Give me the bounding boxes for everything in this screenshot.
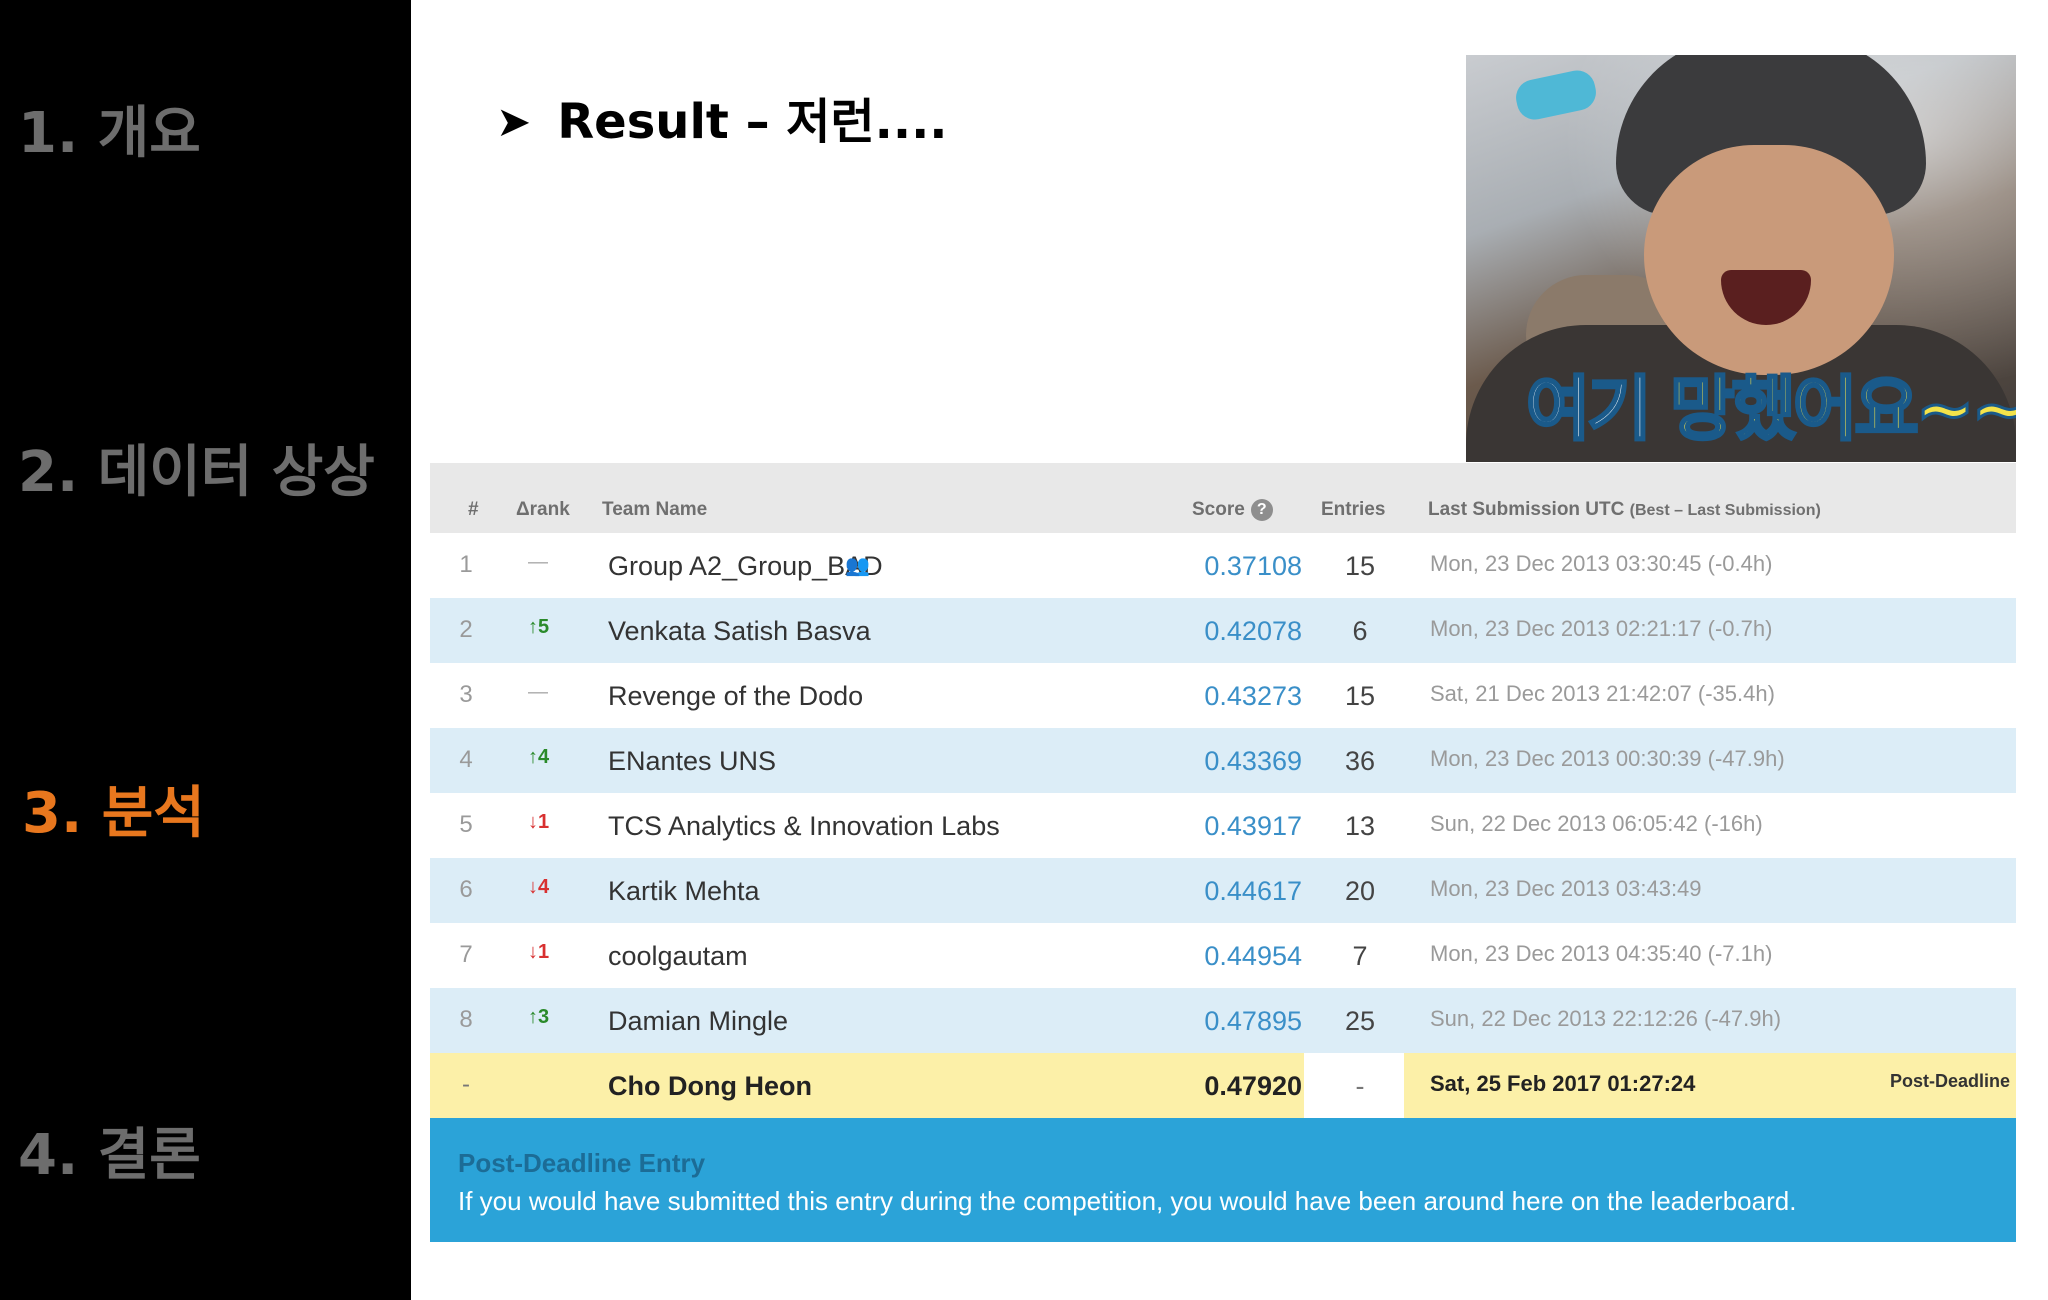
delta-rank-cell: ↓4 bbox=[528, 876, 550, 898]
delta-rank-cell: — bbox=[528, 681, 548, 703]
post-deadline-badge: Post-Deadline bbox=[1889, 1071, 2010, 1091]
my-entry-last-submission: Sat, 25 Feb 2017 01:27:24 bbox=[1430, 1071, 1696, 1096]
last-submission-cell: Sun, 22 Dec 2013 22:12:26 (-47.9h) bbox=[1430, 1006, 1782, 1031]
last-submission-cell: Mon, 23 Dec 2013 03:43:49 bbox=[1430, 876, 1702, 901]
table-row: 1 — Group A2_Group_BAD 0.37108 15 Mon, 23 Dec… bbox=[430, 533, 2016, 598]
my-entry-score: 0.47920 bbox=[1204, 1071, 1302, 1101]
delta-rank-cell: — bbox=[528, 551, 548, 573]
score-link[interactable]: 0.43369 bbox=[1182, 746, 1302, 777]
help-icon[interactable]: ? bbox=[1250, 499, 1273, 521]
leaderboard-header: # Δrank Team Name Score? Entries Last Su… bbox=[430, 463, 2016, 533]
section-item-analysis[interactable]: 3. 분석 bbox=[22, 768, 205, 849]
my-entry-entries: - bbox=[1355, 1071, 1365, 1101]
entries-cell: 13 bbox=[1344, 811, 1376, 841]
delta-rank-cell: ↑5 bbox=[528, 616, 550, 638]
table-row: 5 ↓1 TCS Analytics & Innovation Labs 0.4391… bbox=[430, 793, 2016, 858]
score-link[interactable]: 0.37108 bbox=[1182, 551, 1302, 582]
section-item-data[interactable]: 2. 데이터 상상 bbox=[18, 427, 375, 508]
last-submission-cell: Sat, 21 Dec 2013 21:42:07 (-35.4h) bbox=[1430, 681, 1775, 706]
leaderboard: # Δrank Team Name Score? Entries Last Su… bbox=[430, 463, 2016, 1242]
entries-cell: 36 bbox=[1344, 746, 1376, 776]
team-name-link[interactable]: ENantes UNS bbox=[608, 746, 776, 777]
table-row: 6 ↓4 Kartik Mehta 0.44617 20 Mon, 23 Dec 2013… bbox=[430, 858, 2016, 923]
meme-image: 여기 망했어요~~ bbox=[1466, 55, 2016, 462]
rank-cell: 1 bbox=[459, 551, 473, 578]
rank-cell: 3 bbox=[459, 681, 473, 708]
slide-title-text: Result – 저런.... bbox=[557, 94, 948, 150]
header-entries[interactable]: Entries bbox=[1321, 499, 1385, 521]
notice-title: Post-Deadline Entry bbox=[458, 1148, 706, 1178]
delta-rank-cell: ↑3 bbox=[528, 1006, 550, 1028]
last-submission-cell: Sun, 22 Dec 2013 06:05:42 (-16h) bbox=[1430, 811, 1763, 836]
entries-cell: 6 bbox=[1352, 616, 1368, 646]
table-row: 7 ↓1 coolgautam 0.44954 7 Mon, 23 Dec 2013 04… bbox=[430, 923, 2016, 988]
score-link[interactable]: 0.44954 bbox=[1182, 941, 1302, 972]
slide-title: ➤ Result – 저런.... bbox=[496, 82, 948, 152]
score-link[interactable]: 0.42078 bbox=[1182, 616, 1302, 647]
team-name-link[interactable]: TCS Analytics & Innovation Labs bbox=[608, 811, 1000, 842]
section-item-overview[interactable]: 1. 개요 bbox=[18, 88, 201, 169]
my-entry-team[interactable]: Cho Dong Heon bbox=[608, 1071, 812, 1102]
entries-cell: 7 bbox=[1352, 941, 1368, 971]
rank-cell: 4 bbox=[459, 746, 473, 773]
my-entry-row: - Cho Dong Heon 0.47920 - Sat, 25 Feb 20… bbox=[430, 1053, 2016, 1118]
score-link[interactable]: 0.43917 bbox=[1182, 811, 1302, 842]
table-row: 8 ↑3 Damian Mingle 0.47895 25 Sun, 22 Dec 201… bbox=[430, 988, 2016, 1053]
rank-cell: 6 bbox=[459, 876, 473, 903]
section-sidebar: 1. 개요 2. 데이터 상상 3. 분석 4. 결론 bbox=[0, 0, 411, 1300]
header-rank: # bbox=[468, 499, 479, 520]
entries-cell: 25 bbox=[1344, 1006, 1376, 1036]
team-name-link[interactable]: Damian Mingle bbox=[608, 1006, 788, 1037]
arrow-bullet-icon: ➤ bbox=[496, 97, 532, 146]
last-submission-cell: Mon, 23 Dec 2013 02:21:17 (-0.7h) bbox=[1430, 616, 1773, 641]
header-delta-rank[interactable]: Δrank bbox=[516, 499, 570, 521]
header-last-submission[interactable]: Last Submission UTC (Best – Last Submiss… bbox=[1428, 499, 1821, 521]
team-name-link[interactable]: Revenge of the Dodo bbox=[608, 681, 863, 712]
score-link[interactable]: 0.47895 bbox=[1182, 1006, 1302, 1037]
team-name-link[interactable]: Group A2_Group_BAD bbox=[608, 551, 883, 582]
score-link[interactable]: 0.44617 bbox=[1182, 876, 1302, 907]
rank-cell: 2 bbox=[459, 616, 473, 643]
section-item-conclusion[interactable]: 4. 결론 bbox=[18, 1110, 201, 1191]
meme-caption: 여기 망했어요~~ bbox=[1524, 367, 2016, 452]
last-submission-cell: Mon, 23 Dec 2013 03:30:45 (-0.4h) bbox=[1430, 551, 1773, 576]
delta-rank-cell: ↓1 bbox=[528, 811, 550, 833]
score-link[interactable]: 0.43273 bbox=[1182, 681, 1302, 712]
entries-cell: 15 bbox=[1344, 551, 1376, 581]
delta-rank-cell: ↓1 bbox=[528, 941, 550, 963]
post-deadline-notice: Post-Deadline Entry If you would have su… bbox=[430, 1118, 2016, 1242]
entries-cell: 15 bbox=[1344, 681, 1376, 711]
team-name-link[interactable]: Venkata Satish Basva bbox=[608, 616, 871, 647]
notice-text: If you would have submitted this entry d… bbox=[458, 1186, 1797, 1216]
team-members-icon: 👥 bbox=[845, 555, 870, 577]
table-row: 4 ↑4 ENantes UNS 0.43369 36 Mon, 23 Dec 2013 … bbox=[430, 728, 2016, 793]
team-name-link[interactable]: Kartik Mehta bbox=[608, 876, 760, 907]
rank-cell: 7 bbox=[459, 941, 473, 968]
header-team-name[interactable]: Team Name bbox=[602, 499, 707, 521]
last-submission-cell: Mon, 23 Dec 2013 04:35:40 (-7.1h) bbox=[1430, 941, 1773, 966]
header-score[interactable]: Score? bbox=[1192, 499, 1273, 521]
rank-cell: 8 bbox=[459, 1006, 473, 1033]
table-row: 3 — Revenge of the Dodo 0.43273 15 Sat, 21 De… bbox=[430, 663, 2016, 728]
entries-cell: 20 bbox=[1344, 876, 1376, 906]
last-submission-cell: Mon, 23 Dec 2013 00:30:39 (-47.9h) bbox=[1430, 746, 1785, 771]
team-name-link[interactable]: coolgautam bbox=[608, 941, 748, 972]
rank-cell: 5 bbox=[459, 811, 473, 838]
delta-rank-cell: ↑4 bbox=[528, 746, 550, 768]
table-row: 2 ↑5 Venkata Satish Basva 0.42078 6 Mon, 23 D… bbox=[430, 598, 2016, 663]
my-entry-rank: - bbox=[462, 1071, 470, 1098]
